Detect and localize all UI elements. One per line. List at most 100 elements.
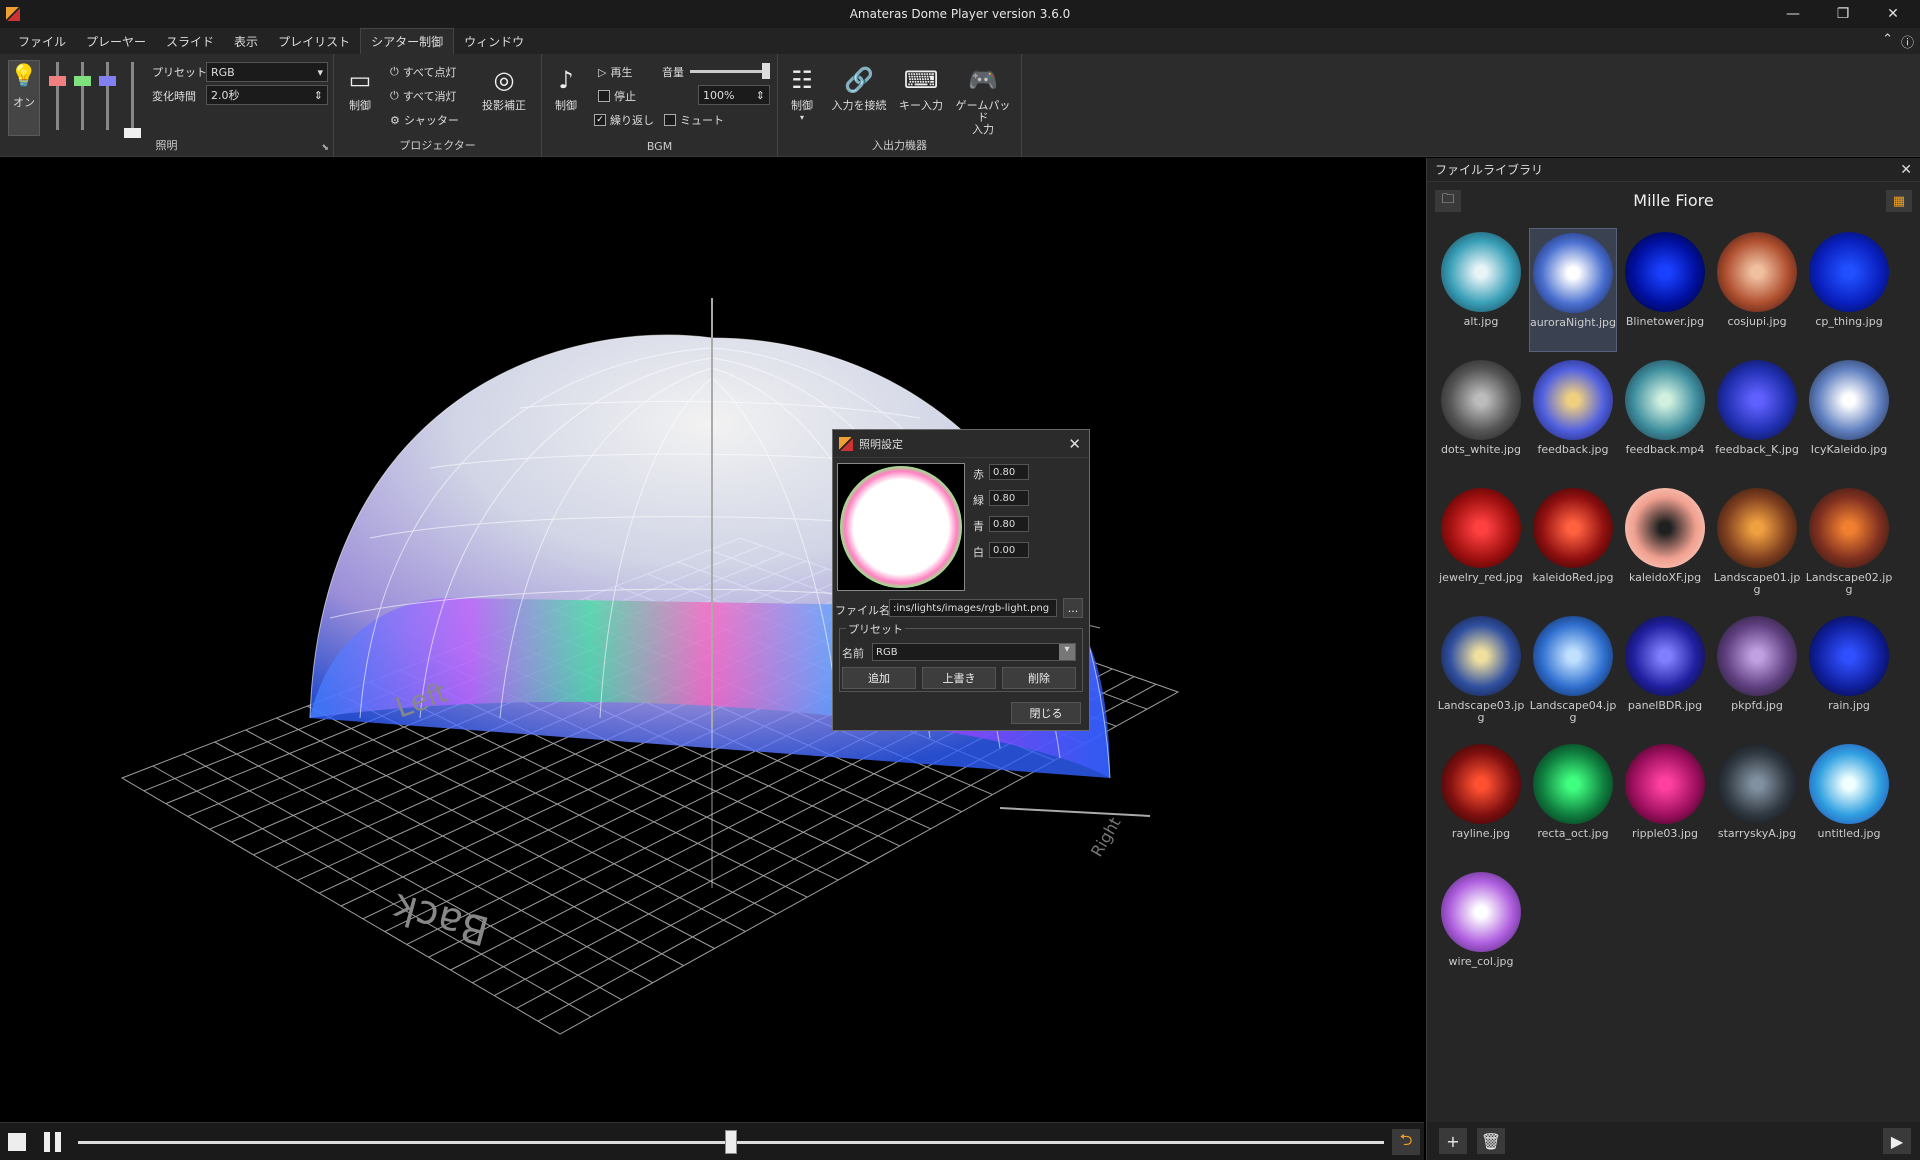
thumbnail-item[interactable]: feedback.jpg	[1529, 356, 1617, 480]
gamepad-input-button[interactable]: 🎮 ゲームパッド 入力	[952, 64, 1014, 136]
white-spinner[interactable]: 0.00	[989, 542, 1029, 558]
thumbnail-item[interactable]: feedback.mp4	[1621, 356, 1709, 480]
close-window-button[interactable]: ✕	[1870, 0, 1916, 28]
grid-view-button[interactable]: ▦	[1886, 190, 1912, 212]
menu-player[interactable]: プレーヤー	[76, 28, 156, 54]
shutter-button[interactable]: ⚙ シャッター	[390, 112, 459, 128]
menu-playlist[interactable]: プレイリスト	[268, 28, 360, 54]
thumbnail-item[interactable]: untitled.jpg	[1805, 740, 1893, 864]
add-file-button[interactable]: +	[1439, 1128, 1467, 1154]
minimize-button[interactable]: —	[1770, 0, 1816, 28]
play-library-button[interactable]: ▶	[1883, 1128, 1911, 1154]
back-label: Back	[387, 884, 494, 954]
volume-slider[interactable]	[690, 63, 770, 79]
menu-theater-control[interactable]: シアター制御	[360, 28, 455, 54]
thumbnail-item[interactable]: rayline.jpg	[1437, 740, 1525, 864]
thumbnail-item[interactable]: kaleidoXF.jpg	[1621, 484, 1709, 608]
thumbnail-item[interactable]: dots_white.jpg	[1437, 356, 1525, 480]
thumbnail-item[interactable]: feedback_K.jpg	[1713, 356, 1801, 480]
collapse-ribbon-icon[interactable]: ⌃	[1882, 32, 1893, 51]
thumbnail-image	[1625, 744, 1705, 824]
menu-window[interactable]: ウィンドウ	[454, 28, 534, 54]
thumbnail-item[interactable]: starryskyA.jpg	[1713, 740, 1801, 864]
projection-correction-button[interactable]: ◎ 投影補正	[476, 64, 532, 112]
projector-control-button[interactable]: ▭ 制御	[340, 64, 380, 112]
thumbnail-item[interactable]: cp_thing.jpg	[1805, 228, 1893, 352]
thumbnail-item[interactable]: ripple03.jpg	[1621, 740, 1709, 864]
all-off-button[interactable]: ⏻ すべて消灯	[390, 88, 457, 104]
white-label: 白	[973, 546, 984, 559]
thumbnail-item[interactable]: panelBDR.jpg	[1621, 612, 1709, 736]
thumbnail-item[interactable]: alt.jpg	[1437, 228, 1525, 352]
thumbnail-label: Blinetower.jpg	[1625, 315, 1705, 328]
thumbnail-item[interactable]: cosjupi.jpg	[1713, 228, 1801, 352]
delete-file-button[interactable]: 🗑	[1477, 1128, 1505, 1154]
trash-icon: 🗑	[1480, 1131, 1502, 1151]
seek-bar[interactable]	[78, 1130, 1384, 1154]
thumbnail-image	[1533, 616, 1613, 696]
menu-slide[interactable]: スライド	[156, 28, 224, 54]
pause-button[interactable]	[44, 1132, 64, 1152]
file-library-panel: ファイルライブラリ ✕ 🗀 Mille Fiore ▦ alt.jpg auror…	[1426, 158, 1920, 1160]
volume-spinner[interactable]: 100% ⇕	[698, 85, 770, 105]
browse-button[interactable]: ...	[1063, 598, 1083, 618]
close-dialog-button[interactable]: 閉じる	[1011, 702, 1081, 724]
all-on-button[interactable]: ⏻ すべて点灯	[390, 64, 457, 80]
thumbnail-item[interactable]: Landscape03.jpg	[1437, 612, 1525, 736]
bgm-stop-button[interactable]: 停止	[598, 88, 636, 104]
menu-view[interactable]: 表示	[224, 28, 268, 54]
folder-up-button[interactable]: 🗀	[1435, 190, 1461, 212]
preset-name-dropdown[interactable]: RGB ▾	[872, 643, 1076, 661]
chevron-down-icon: ▾	[317, 65, 323, 79]
green-spinner[interactable]: 0.80	[989, 490, 1029, 506]
thumbnail-item[interactable]: Landscape02.jpg	[1805, 484, 1893, 608]
blue-slider[interactable]	[99, 62, 116, 130]
thumbnail-item[interactable]: pkpfd.jpg	[1713, 612, 1801, 736]
thumbnail-item[interactable]: kaleidoRed.jpg	[1529, 484, 1617, 608]
delete-preset-button[interactable]: 削除	[1002, 667, 1076, 689]
thumbnail-item[interactable]: auroraNight.jpg	[1529, 228, 1617, 352]
volume-knob[interactable]	[762, 63, 770, 79]
overwrite-preset-button[interactable]: 上書き	[922, 667, 996, 689]
repeat-checkbox[interactable]: ✓ 繰り返し	[594, 112, 654, 128]
loop-button[interactable]: ⮌	[1392, 1129, 1420, 1155]
white-slider[interactable]	[124, 62, 141, 138]
maximize-button[interactable]: ❐	[1820, 0, 1866, 28]
help-icon[interactable]: ⓘ	[1901, 32, 1914, 51]
thumbnail-item[interactable]: IcyKaleido.jpg	[1805, 356, 1893, 480]
close-icon[interactable]: ✕	[1068, 435, 1081, 453]
preset-dropdown[interactable]: RGB ▾	[206, 62, 328, 82]
transition-time-spinner[interactable]: 2.0秒 ⇕	[206, 85, 328, 105]
dialog-launcher-icon[interactable]: ⬊	[321, 143, 329, 153]
blue-spinner[interactable]: 0.80	[989, 516, 1029, 532]
thumbnail-item[interactable]: jewelry_red.jpg	[1437, 484, 1525, 608]
thumbnail-item[interactable]: rain.jpg	[1805, 612, 1893, 736]
stop-button[interactable]	[8, 1133, 26, 1151]
add-preset-button[interactable]: 追加	[842, 667, 916, 689]
bgm-control-button[interactable]: ♪ 制御	[548, 64, 584, 112]
red-spinner[interactable]: 0.80	[989, 464, 1029, 480]
thumbnail-item[interactable]: Landscape04.jpg	[1529, 612, 1617, 736]
thumbnail-image	[1809, 616, 1889, 696]
light-on-button[interactable]: 💡 オン	[8, 60, 40, 136]
menu-file[interactable]: ファイル	[8, 28, 76, 54]
green-slider[interactable]	[74, 62, 91, 130]
thumbnail-item[interactable]: recta_oct.jpg	[1529, 740, 1617, 864]
bgm-play-button[interactable]: ▷ 再生	[598, 64, 632, 80]
seek-knob[interactable]	[725, 1130, 737, 1154]
thumbnail-item[interactable]: Landscape01.jpg	[1713, 484, 1801, 608]
file-name-field[interactable]: :ins/lights/images/rgb-light.png	[889, 599, 1057, 617]
connect-input-button[interactable]: 🔗 入力を接続	[828, 64, 890, 112]
io-control-label: 制御	[791, 99, 813, 112]
close-icon[interactable]: ✕	[1900, 162, 1912, 178]
red-slider[interactable]	[49, 62, 66, 130]
dome-viewport[interactable]: Left Back Right	[0, 158, 1424, 1122]
window-title: Amateras Dome Player version 3.6.0	[849, 7, 1071, 21]
mute-checkbox[interactable]: ミュート	[664, 112, 724, 128]
thumbnail-image	[1717, 616, 1797, 696]
key-input-button[interactable]: ⌨ キー入力	[896, 64, 946, 112]
io-control-button[interactable]: ☷ 制御 ▾	[782, 64, 822, 124]
thumbnail-item[interactable]: wire_col.jpg	[1437, 868, 1525, 992]
projector-icon: ▭	[348, 66, 372, 94]
thumbnail-item[interactable]: Blinetower.jpg	[1621, 228, 1709, 352]
